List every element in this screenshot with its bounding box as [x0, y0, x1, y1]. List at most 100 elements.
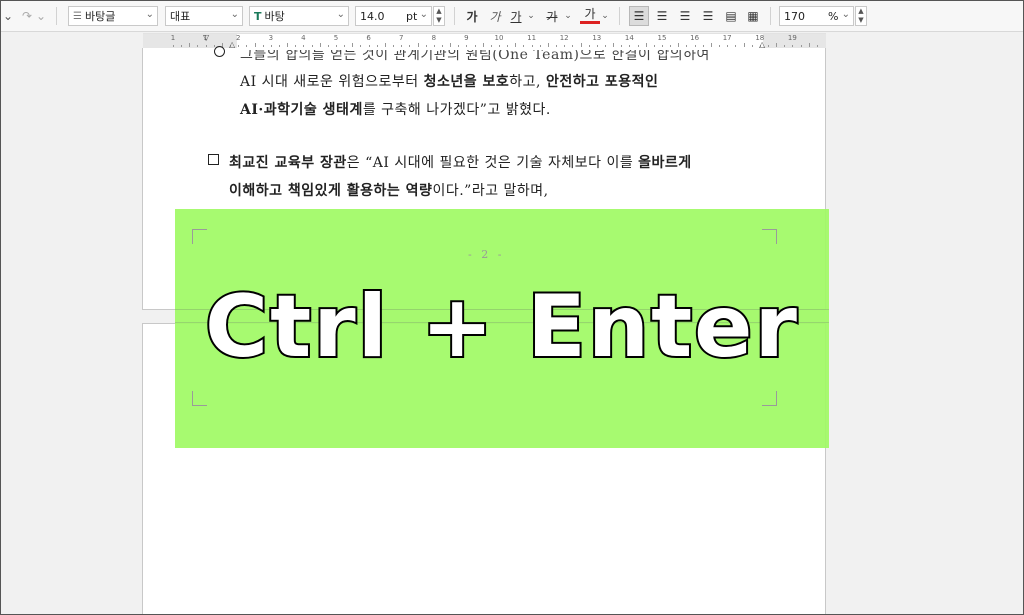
ruler-tick — [425, 45, 427, 47]
zoom-unit: % — [828, 9, 839, 23]
ruler-tick — [205, 45, 207, 47]
doc-bold-text: 올바르게 — [638, 155, 692, 171]
font-color-button[interactable]: 가 — [580, 6, 600, 24]
shortcut-caption: Ctrl + Enter — [203, 275, 799, 379]
ruler-number: 7 — [398, 34, 404, 42]
ruler-tick — [287, 43, 289, 47]
font-select[interactable]: T 바탕 ⌄ — [249, 6, 349, 26]
ruler-tick — [580, 43, 582, 47]
ruler-number: 9 — [464, 34, 469, 42]
ruler-tick — [572, 45, 574, 47]
divide-icon[interactable]: ▦ — [743, 6, 763, 26]
ruler-tick — [539, 45, 541, 47]
ruler-tick — [792, 45, 794, 47]
ruler-tick — [466, 45, 468, 47]
ruler-number: 4 — [301, 34, 306, 42]
ruler-number: 3 — [268, 34, 274, 42]
redo-dropdown-icon[interactable]: ⌄ — [35, 0, 47, 32]
font-size-unit: pt — [406, 9, 418, 23]
ruler-tick — [523, 45, 525, 47]
ruler-tick — [596, 45, 598, 47]
ruler-tick — [173, 45, 174, 47]
square-bullet-icon — [208, 154, 219, 165]
doc-bold-text: 안전하고 포용적인 — [545, 74, 659, 90]
ruler-tick — [189, 43, 191, 47]
doc-bold-text: AI·과학기술 생태계 — [240, 102, 363, 118]
chevron-down-icon: ⌄ — [230, 9, 239, 20]
underline-dropdown-icon[interactable]: ⌄ — [526, 0, 536, 32]
page-corner-mark — [762, 391, 777, 406]
ruler-tick — [515, 43, 517, 47]
doc-text: 이다.”라고 말하며, — [432, 183, 549, 199]
ruler-tick — [800, 45, 802, 47]
ruler-tick — [727, 45, 729, 47]
style-select[interactable]: ☰ 바탕글 ⌄ — [68, 6, 158, 26]
ruler-tick — [238, 45, 240, 47]
ruler-number: 8 — [431, 34, 437, 42]
ruler-tick — [613, 43, 615, 47]
ruler-tick — [181, 45, 183, 47]
ruler-tick — [401, 45, 403, 47]
font-color-dropdown-icon[interactable]: ⌄ — [600, 0, 610, 32]
ruler-tick — [670, 45, 672, 47]
doc-text: AI 시대 새로운 위험으로부터 — [240, 74, 424, 90]
ruler-tick — [678, 43, 680, 47]
toolbar-divider — [619, 7, 620, 25]
paragraph-style-icon: ☰ — [73, 10, 82, 22]
doc-bold-text: 청소년을 보호 — [423, 74, 510, 90]
ruler-tick — [588, 45, 590, 47]
font-size-value: 14.0 — [360, 9, 385, 23]
font-size-stepper[interactable]: ▲ ▼ — [433, 6, 445, 26]
font-size-input[interactable]: 14.0 pt ⌄ — [355, 6, 432, 26]
italic-button[interactable]: 가 — [485, 6, 505, 26]
ruler-tick — [246, 45, 248, 47]
ruler-number: 14 — [624, 34, 634, 42]
align-center-icon[interactable]: ☰ — [675, 6, 695, 26]
ruler-tick — [767, 45, 769, 47]
doc-text: 은 “AI 시대에 필요한 것은 기술 자체보다 이를 — [346, 155, 639, 171]
ruler-tick — [295, 45, 297, 47]
ruler-tick — [702, 45, 704, 47]
bold-button[interactable]: 가 — [462, 6, 482, 26]
ruler-tick — [547, 43, 549, 47]
strikethrough-button[interactable]: 가 — [542, 6, 562, 26]
ruler-tick — [776, 43, 778, 47]
ruler-tick — [808, 43, 810, 47]
ruler-tick — [482, 43, 484, 47]
align-right-icon[interactable]: ☰ — [698, 6, 718, 26]
doc-text: 를 구축해 나가겠다”고 밝혔다. — [362, 102, 551, 118]
doc-line-5: 이해하고 책임있게 활용하는 역량이다.”라고 말하며, — [229, 180, 549, 200]
distribute-icon[interactable]: ▤ — [721, 6, 741, 26]
ruler-tick — [645, 43, 647, 47]
align-justify-icon[interactable]: ☰ — [629, 6, 649, 26]
zoom-input[interactable]: 170 % ⌄ — [779, 6, 854, 26]
ruler-tick — [336, 45, 337, 47]
undo-dropdown-icon[interactable]: ⌄ — [2, 0, 14, 32]
align-left-icon[interactable]: ☰ — [652, 6, 672, 26]
page-number: - 2 - — [468, 248, 505, 261]
ruler-tick — [629, 45, 631, 47]
ruler-tick — [433, 45, 435, 47]
ruler-tick — [816, 45, 818, 47]
chevron-down-icon: ⌄ — [419, 9, 428, 20]
underline-button[interactable]: 가 — [506, 6, 526, 26]
ruler-tick — [499, 45, 500, 47]
ruler-number: 16 — [690, 34, 700, 42]
ruler-number: 11 — [527, 34, 537, 42]
first-line-indent-icon[interactable]: ▽ — [203, 33, 209, 42]
strikethrough-dropdown-icon[interactable]: ⌄ — [563, 0, 573, 32]
horizontal-ruler[interactable]: 1 1 2 3 4 5 6 7 8 9 10 11 12 13 14 15 16 17 18 19 ▽ △ △ — [143, 33, 826, 49]
language-select[interactable]: 대표 ⌄ — [165, 6, 243, 26]
ruler-tick — [327, 45, 329, 47]
ruler-tick — [710, 43, 712, 47]
chevron-down-icon: ⌄ — [841, 9, 850, 20]
ruler-number: 5 — [333, 34, 339, 42]
ruler-tick — [751, 45, 753, 47]
page-corner-mark — [762, 229, 777, 244]
ruler-number: 6 — [366, 34, 371, 42]
doc-line-3: AI·과학기술 생태계를 구축해 나가겠다”고 밝혔다. — [240, 99, 551, 119]
zoom-stepper[interactable]: ▲ ▼ — [855, 6, 867, 26]
ruler-tick — [507, 45, 509, 47]
zoom-value: 170 — [784, 9, 805, 23]
redo-icon[interactable]: ↷ — [20, 0, 34, 32]
